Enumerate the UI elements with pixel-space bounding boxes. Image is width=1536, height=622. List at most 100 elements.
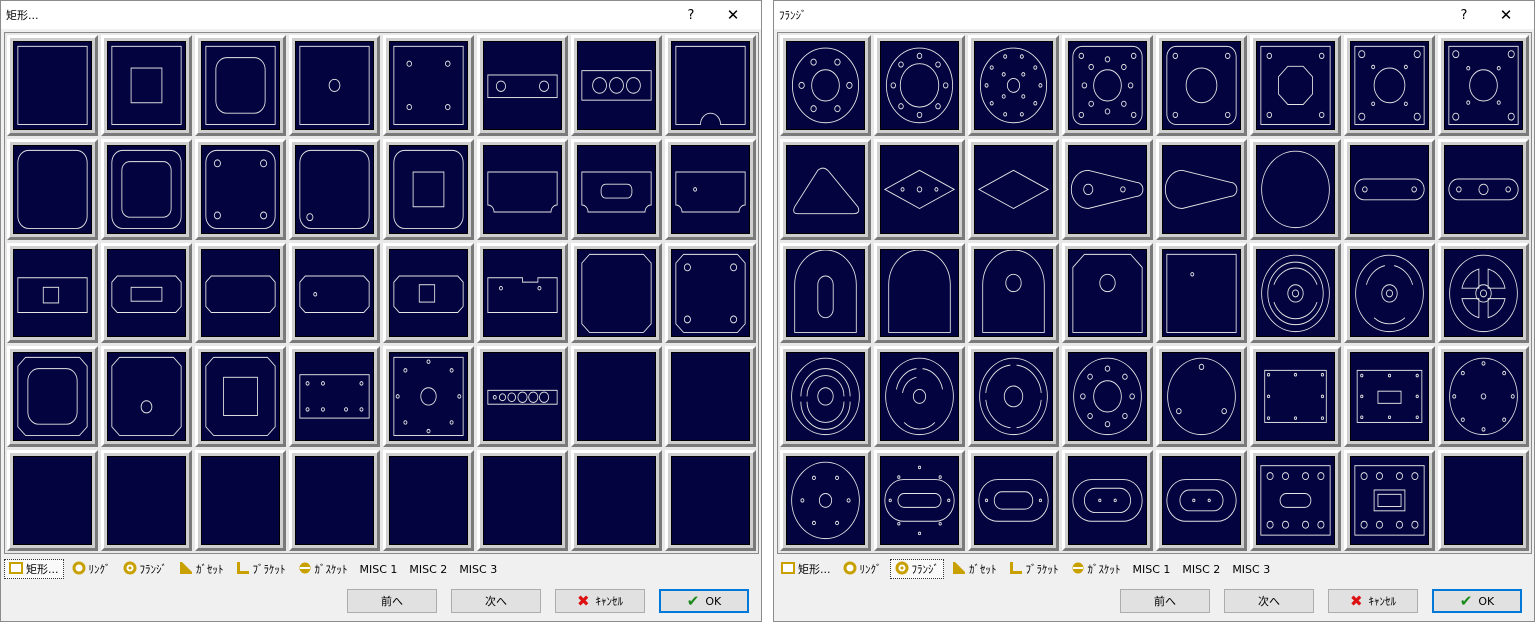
shape-cell-rect-hole-row[interactable] [477, 346, 568, 448]
shape-cell-rounded-one-hole[interactable] [289, 138, 380, 240]
shape-cell-rect-grid-slot[interactable] [1344, 450, 1435, 551]
ok-button[interactable]: ✔ OK [659, 589, 749, 613]
shape-cell-octagon-plain[interactable] [571, 242, 662, 344]
shape-cell-chamfer-rect[interactable] [101, 242, 192, 344]
shape-cell-ring-arc-b[interactable] [874, 346, 965, 448]
shape-cell-empty[interactable] [571, 346, 662, 448]
shape-cell-rect-slot-two-holes[interactable] [477, 35, 568, 136]
shape-cell-empty[interactable] [7, 450, 98, 551]
shape-cell-octagon-square[interactable] [195, 346, 286, 448]
shape-cell-circle-eight-holes[interactable] [1438, 346, 1529, 448]
shape-cell-flange-circle-six[interactable] [780, 35, 871, 136]
shape-cell-flange-square-octagon[interactable] [1250, 35, 1341, 136]
shape-cell-ring-spokes-c[interactable] [1438, 242, 1529, 344]
shape-cell-rounded-inner-square[interactable] [383, 138, 474, 240]
tab-misc-3[interactable]: MISC 3 [455, 559, 501, 579]
shape-cell-rect-plain[interactable] [7, 35, 98, 136]
shape-cell-oval-slot[interactable] [874, 450, 965, 551]
shape-cell-flange-square-four[interactable] [1344, 35, 1435, 136]
shape-cell-flange-square-diamond[interactable] [1438, 35, 1529, 136]
shape-cell-circle-bolt-pattern[interactable] [1062, 346, 1153, 448]
tab-ring-icon[interactable]: ﾘﾝｸﾞ [839, 559, 886, 579]
close-button[interactable]: ✕ [715, 1, 751, 29]
shape-cell-flange-circle-eight[interactable] [874, 35, 965, 136]
shape-cell-oval-ring-holes[interactable] [1062, 450, 1153, 551]
shape-cell-rounded-four-holes[interactable] [195, 138, 286, 240]
tab-rect-icon[interactable]: 矩形... [4, 559, 64, 579]
shape-cell-flange-circle-bolt[interactable] [968, 35, 1059, 136]
shape-cell-circle-plain[interactable] [1250, 138, 1341, 240]
tab-misc-3[interactable]: MISC 3 [1228, 559, 1274, 579]
shape-cell-arch-plain[interactable] [874, 242, 965, 344]
shape-cell-rect-bottom-notch[interactable] [665, 35, 756, 136]
shape-cell-rect-slot-three-holes[interactable] [571, 35, 662, 136]
shape-cell-chamfer-small-square[interactable] [7, 242, 98, 344]
shape-cell-empty[interactable] [477, 450, 568, 551]
shape-cell-arch-hole[interactable] [968, 242, 1059, 344]
cancel-button[interactable]: ✖ ｷｬﾝｾﾙ [1328, 589, 1418, 613]
shape-cell-rect-small-hole[interactable] [1156, 242, 1247, 344]
tab-gusset-icon[interactable]: ｶﾞｾｯﾄ [175, 559, 228, 579]
shape-cell-diamond-plain[interactable] [968, 138, 1059, 240]
shape-cell-notch-rect[interactable] [477, 242, 568, 344]
shape-cell-empty[interactable] [195, 450, 286, 551]
tab-gusset-icon[interactable]: ｶﾞｾｯﾄ [948, 559, 1001, 579]
shape-cell-empty[interactable] [1438, 450, 1529, 551]
shape-cell-rect-corner-cut[interactable] [477, 138, 568, 240]
shape-cell-slot-three-holes[interactable] [1438, 138, 1529, 240]
shape-cell-slot-two-holes[interactable] [1344, 138, 1435, 240]
tab-ring-icon[interactable]: ﾘﾝｸﾞ [68, 559, 115, 579]
prev-button[interactable]: 前へ [347, 589, 437, 613]
tab-bracket-icon[interactable]: ﾌﾞﾗｹｯﾄ [1005, 559, 1063, 579]
shape-cell-chamfer-hole[interactable] [289, 242, 380, 344]
shape-cell-empty[interactable] [289, 450, 380, 551]
shape-cell-empty[interactable] [101, 450, 192, 551]
shape-cell-circle-six-holes[interactable] [780, 450, 871, 551]
shape-cell-cut-square-hole[interactable] [1062, 242, 1153, 344]
shape-cell-rounded-inner-rounded[interactable] [101, 138, 192, 240]
shape-cell-octagon-four-holes[interactable] [665, 242, 756, 344]
tab-misc-2[interactable]: MISC 2 [405, 559, 451, 579]
shape-cell-rect-inner-square[interactable] [101, 35, 192, 136]
shape-cell-rect-center-hole[interactable] [289, 35, 380, 136]
shape-cell-rect-six-holes[interactable] [289, 346, 380, 448]
shape-cell-circle-three-holes[interactable] [1156, 346, 1247, 448]
shape-cell-chamfer-plain[interactable] [195, 242, 286, 344]
prev-button[interactable]: 前へ [1120, 589, 1210, 613]
shape-cell-empty[interactable] [571, 450, 662, 551]
cancel-button[interactable]: ✖ ｷｬﾝｾﾙ [555, 589, 645, 613]
shape-cell-empty[interactable] [665, 346, 756, 448]
next-button[interactable]: 次へ [451, 589, 541, 613]
shape-cell-rect-bolt-circle[interactable] [383, 346, 474, 448]
tab-gasket-icon[interactable]: ｶﾞｽｹｯﾄ [1067, 559, 1125, 579]
shape-cell-ring-arc-a[interactable] [780, 346, 871, 448]
ok-button[interactable]: ✔ OK [1432, 589, 1522, 613]
shape-cell-chamfer-square[interactable] [383, 242, 474, 344]
shape-cell-flange-square-hole[interactable] [1156, 35, 1247, 136]
shape-cell-empty[interactable] [665, 450, 756, 551]
shape-cell-oval-slot-holes[interactable] [968, 450, 1059, 551]
shape-cell-rect-hole-border[interactable] [1250, 346, 1341, 448]
shape-cell-oval-small-slot[interactable] [1156, 450, 1247, 551]
shape-cell-octagon-rounded-inner[interactable] [7, 346, 98, 448]
shape-cell-ring-spokes-a[interactable] [1250, 242, 1341, 344]
shape-cell-teardrop-holes[interactable] [1062, 138, 1153, 240]
shape-cell-arch-slot[interactable] [780, 242, 871, 344]
shape-cell-empty[interactable] [383, 450, 474, 551]
shape-cell-rect-cut-hole[interactable] [665, 138, 756, 240]
shape-cell-ring-arc-c[interactable] [968, 346, 1059, 448]
shape-cell-tri-rounded[interactable] [780, 138, 871, 240]
tab-misc-2[interactable]: MISC 2 [1178, 559, 1224, 579]
tab-misc-1[interactable]: MISC 1 [1129, 559, 1175, 579]
shape-cell-teardrop-plain[interactable] [1156, 138, 1247, 240]
tab-misc-1[interactable]: MISC 1 [356, 559, 402, 579]
close-button[interactable]: ✕ [1488, 1, 1524, 29]
shape-cell-rect-four-holes[interactable] [383, 35, 474, 136]
tab-rect-icon[interactable]: 矩形... [777, 559, 835, 579]
shape-cell-rect-cut-slot[interactable] [571, 138, 662, 240]
tab-flange-icon[interactable]: ﾌﾗﾝｼﾞ [889, 559, 944, 579]
tab-gasket-icon[interactable]: ｶﾞｽｹｯﾄ [294, 559, 352, 579]
shape-cell-rounded-plain[interactable] [7, 138, 98, 240]
shape-cell-diamond-two-holes[interactable] [874, 138, 965, 240]
tab-bracket-icon[interactable]: ﾌﾞﾗｹｯﾄ [232, 559, 290, 579]
